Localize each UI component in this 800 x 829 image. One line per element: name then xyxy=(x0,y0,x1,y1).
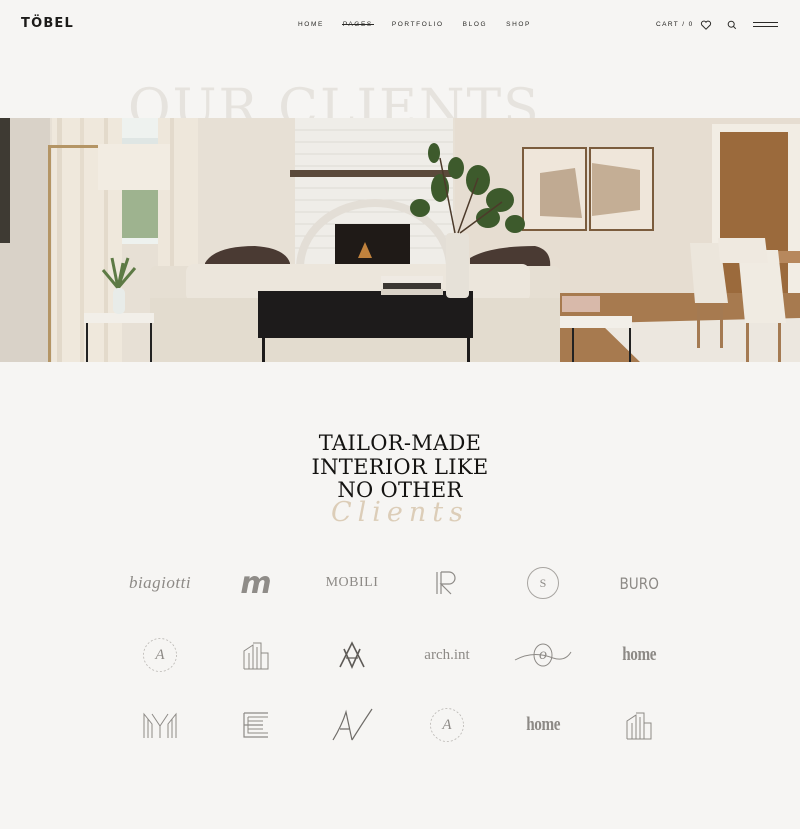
av-geometric-icon xyxy=(339,641,365,669)
client-logo-m-pillars[interactable]: M xyxy=(110,700,210,750)
hamburger-menu-icon[interactable] xyxy=(753,21,778,28)
headline-line-1: TAILOR-MADE xyxy=(318,431,482,455)
client-logo-b-building-2[interactable]: B xyxy=(589,700,689,750)
living-room-illustration xyxy=(0,118,800,362)
nav-item-pages[interactable]: PAGES xyxy=(341,21,374,28)
main-nav: HOME PAGES PORTFOLIO BLOG SHOP xyxy=(298,21,550,28)
client-logo-e-lines[interactable]: E xyxy=(206,700,306,750)
search-icon[interactable] xyxy=(726,18,738,30)
client-logo-b-building[interactable]: B xyxy=(206,630,306,680)
client-logo-av-geo[interactable]: AV xyxy=(302,630,402,680)
client-logo-a-stamp-2[interactable]: A xyxy=(397,700,497,750)
nav-item-blog[interactable]: BLOG xyxy=(463,21,487,28)
client-logo-home-2[interactable]: home xyxy=(493,700,593,750)
m-pillars-icon xyxy=(143,712,177,738)
nav-item-shop[interactable]: SHOP xyxy=(506,21,531,28)
client-logo-s-circle[interactable]: S xyxy=(493,558,593,608)
client-logo-buro[interactable]: BURO xyxy=(589,558,689,608)
site-header: TÖBEL HOME PAGES PORTFOLIO BLOG SHOP CAR… xyxy=(0,0,800,50)
script-subtitle: Clients xyxy=(330,497,469,528)
client-logo-av-script[interactable]: AV xyxy=(302,700,402,750)
client-logo-m-brush[interactable]: m xyxy=(206,558,306,608)
client-logo-r-monogram[interactable]: R xyxy=(397,558,497,608)
site-logo[interactable]: TÖBEL xyxy=(21,16,74,31)
nav-item-portfolio[interactable]: PORTFOLIO xyxy=(392,21,444,28)
client-logo-mobili[interactable]: MOBILI xyxy=(302,558,402,608)
hero-image xyxy=(0,118,800,362)
heart-icon[interactable] xyxy=(700,18,712,30)
r-monogram-icon xyxy=(436,571,456,595)
client-logo-o-script[interactable]: o xyxy=(493,630,593,680)
b-building-icon xyxy=(243,642,269,670)
b-building-2-icon xyxy=(626,712,652,740)
client-logo-arch-int[interactable]: arch.int xyxy=(397,630,497,680)
av-script-icon xyxy=(332,708,373,741)
client-logo-home-1[interactable]: home xyxy=(589,630,689,680)
client-logo-a-stamp[interactable]: A xyxy=(110,630,210,680)
section-headline: TAILOR-MADE INTERIOR LIKE NO OTHER xyxy=(0,431,800,503)
page-title-ghost: OUR CLIENTS xyxy=(128,79,541,118)
headline-line-2: INTERIOR LIKE xyxy=(311,454,489,479)
cart-link[interactable]: CART / 0 xyxy=(656,21,694,28)
e-lines-icon xyxy=(243,712,268,738)
nav-item-home[interactable]: HOME xyxy=(298,21,324,28)
client-logo-biagiotti[interactable]: biagiotti xyxy=(110,558,210,608)
